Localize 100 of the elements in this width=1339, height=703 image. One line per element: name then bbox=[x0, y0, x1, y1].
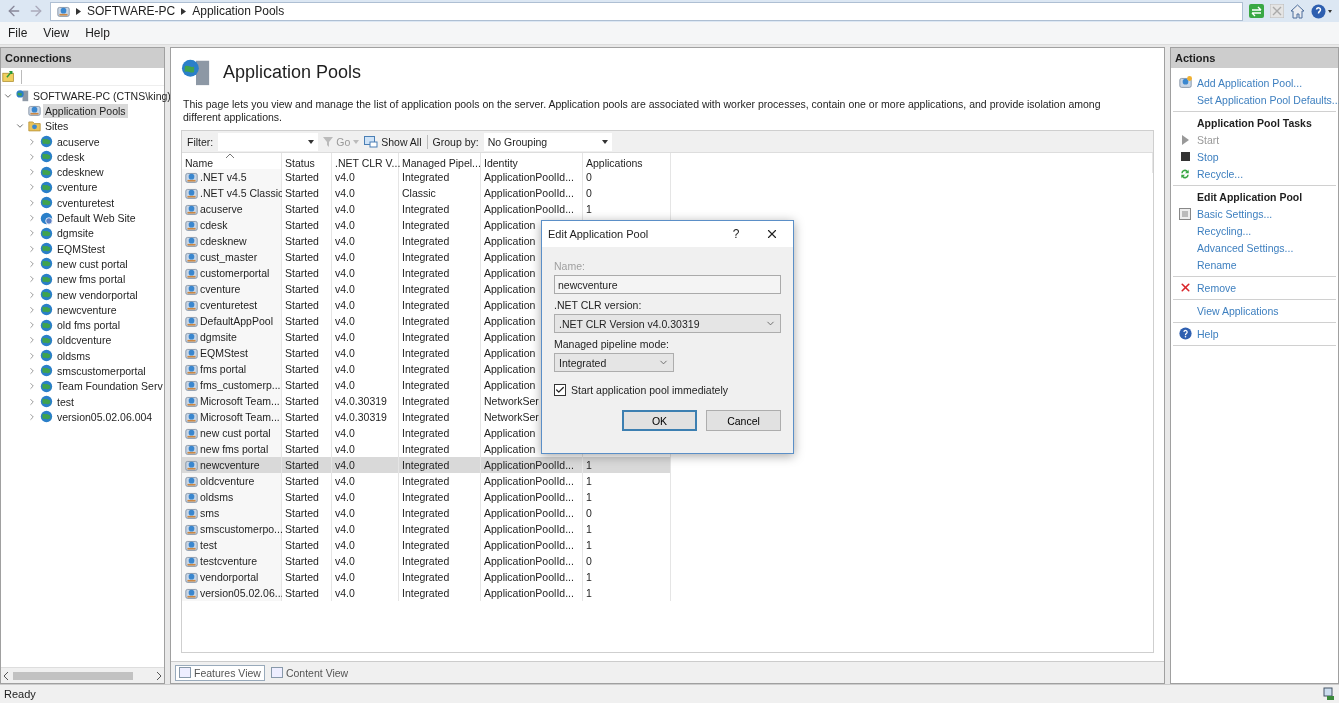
pool-name-cell[interactable]: EQMStest bbox=[182, 345, 282, 361]
expand-chevron-icon[interactable] bbox=[27, 335, 37, 346]
address-bar[interactable]: SOFTWARE-PC Application Pools bbox=[50, 1, 1243, 21]
pool-name-cell[interactable]: .NET v4.5 bbox=[182, 169, 282, 185]
home-icon[interactable] bbox=[1290, 3, 1305, 19]
pool-name-cell[interactable]: cdesknew bbox=[182, 233, 282, 249]
forward-button[interactable] bbox=[28, 3, 44, 19]
action-link[interactable]: View Applications bbox=[1197, 304, 1279, 317]
pool-name-cell[interactable]: dgmsite bbox=[182, 329, 282, 345]
pool-name-cell[interactable]: oldcventure bbox=[182, 473, 282, 489]
help-icon[interactable] bbox=[1311, 3, 1333, 19]
tree-item[interactable]: SOFTWARE-PC (CTNS\king) bbox=[31, 88, 173, 103]
tree-item[interactable]: Application Pools bbox=[43, 103, 128, 118]
expand-chevron-icon[interactable] bbox=[27, 151, 37, 162]
pool-name-cell[interactable]: cust_master bbox=[182, 249, 282, 265]
tree-item[interactable]: old fms portal bbox=[55, 318, 123, 333]
expand-chevron-icon[interactable] bbox=[27, 366, 37, 376]
pool-name-cell[interactable]: cdesk bbox=[182, 217, 282, 233]
tree-item[interactable]: smscustomerportal bbox=[55, 364, 148, 378]
scroll-left-icon[interactable] bbox=[3, 671, 9, 680]
pool-name-cell[interactable]: cventure bbox=[182, 281, 282, 297]
refresh-icon[interactable] bbox=[1249, 4, 1264, 18]
expand-chevron-icon[interactable] bbox=[27, 289, 37, 300]
action-link[interactable]: Add Application Pool... bbox=[1197, 76, 1303, 89]
tree-item[interactable]: new cust portal bbox=[55, 256, 130, 271]
pipeline-mode-dropdown[interactable]: Integrated bbox=[554, 353, 674, 372]
menu-item[interactable]: Help bbox=[85, 26, 110, 40]
menu-item[interactable]: View bbox=[43, 26, 70, 40]
checkbox[interactable] bbox=[554, 384, 566, 396]
action-link[interactable]: Set Application Pool Defaults... bbox=[1197, 93, 1339, 106]
breadcrumb-item[interactable]: Application Pools bbox=[192, 4, 285, 18]
expand-chevron-icon[interactable] bbox=[27, 182, 37, 193]
pool-name-cell[interactable]: customerportal bbox=[182, 265, 282, 281]
pool-name-cell[interactable]: testcventure bbox=[182, 553, 282, 569]
pool-name-cell[interactable]: Microsoft Team... bbox=[182, 409, 282, 425]
expand-chevron-icon[interactable] bbox=[27, 167, 37, 178]
pool-name-cell[interactable]: newcventure bbox=[182, 457, 282, 473]
action-link[interactable]: Help bbox=[1197, 327, 1219, 340]
menu-item[interactable]: File bbox=[8, 26, 28, 40]
expand-chevron-icon[interactable] bbox=[27, 411, 37, 422]
action-link[interactable]: Recycling... bbox=[1197, 224, 1252, 237]
tree-item[interactable]: version05.02.06.004 bbox=[55, 409, 155, 424]
scrollbar-thumb[interactable] bbox=[13, 671, 133, 680]
expand-chevron-icon[interactable] bbox=[27, 274, 37, 285]
pool-name-cell[interactable]: smscustomerpo... bbox=[182, 521, 282, 537]
expand-chevron-icon[interactable] bbox=[27, 136, 37, 147]
pool-name-cell[interactable]: .NET v4.5 Classic bbox=[182, 185, 282, 201]
close-icon[interactable] bbox=[765, 227, 779, 241]
name-field[interactable]: newcventure bbox=[554, 275, 781, 294]
action-link[interactable]: Rename bbox=[1197, 258, 1237, 271]
expand-chevron-icon[interactable] bbox=[27, 350, 37, 361]
tree-item[interactable]: cventure bbox=[55, 180, 100, 195]
expand-chevron-icon[interactable] bbox=[27, 396, 37, 407]
pool-name-cell[interactable]: Microsoft Team... bbox=[182, 393, 282, 409]
tree-item[interactable]: acuserve bbox=[55, 134, 102, 149]
tree-item[interactable]: cdesk bbox=[55, 149, 87, 164]
view-tab[interactable]: Features View bbox=[175, 664, 265, 681]
pool-name-cell[interactable]: vendorportal bbox=[182, 569, 282, 585]
expand-chevron-icon[interactable] bbox=[27, 381, 37, 392]
action-link[interactable]: Recycle... bbox=[1197, 167, 1244, 180]
pool-name-cell[interactable]: test bbox=[182, 537, 282, 553]
expand-chevron-icon[interactable] bbox=[27, 228, 37, 239]
view-tab[interactable]: Content View bbox=[266, 664, 353, 681]
expand-chevron-icon[interactable] bbox=[27, 258, 37, 269]
dialog-button[interactable]: OK bbox=[622, 410, 697, 431]
dialog-button[interactable]: Cancel bbox=[706, 410, 781, 431]
pool-name-cell[interactable]: version05.02.06... bbox=[182, 585, 282, 601]
tree-item[interactable]: test bbox=[55, 394, 76, 409]
help-button[interactable]: ? bbox=[723, 227, 749, 241]
tree-item[interactable]: Sites bbox=[43, 119, 71, 134]
pool-name-cell[interactable]: new cust portal bbox=[182, 425, 282, 441]
action-link[interactable]: Advanced Settings... bbox=[1197, 241, 1294, 254]
pool-name-cell[interactable]: DefaultAppPool bbox=[182, 313, 282, 329]
tree-item[interactable]: dgmsite bbox=[55, 226, 96, 241]
filter-field[interactable] bbox=[218, 132, 319, 151]
tree-item[interactable]: cventuretest bbox=[55, 195, 117, 210]
group-by-dropdown[interactable]: No Grouping bbox=[483, 132, 612, 151]
pool-name-cell[interactable]: oldsms bbox=[182, 489, 282, 505]
tree-item[interactable]: Team Foundation Serv bbox=[55, 379, 165, 394]
tree-item[interactable]: Default Web Site bbox=[55, 211, 138, 225]
breadcrumb-item[interactable]: SOFTWARE-PC bbox=[87, 4, 176, 18]
pool-name-cell[interactable]: cventuretest bbox=[182, 297, 282, 313]
action-link[interactable]: Remove bbox=[1197, 281, 1237, 294]
expand-chevron-icon[interactable] bbox=[27, 197, 37, 208]
expand-chevron-icon[interactable] bbox=[27, 213, 37, 223]
pool-name-cell[interactable]: sms bbox=[182, 505, 282, 521]
action-link[interactable]: Stop bbox=[1197, 150, 1219, 163]
tree-item[interactable]: cdesknew bbox=[55, 165, 106, 180]
scroll-right-icon[interactable] bbox=[156, 671, 162, 680]
expand-chevron-icon[interactable] bbox=[27, 243, 37, 254]
pool-name-cell[interactable]: new fms portal bbox=[182, 441, 282, 457]
tree-item[interactable]: oldsms bbox=[55, 348, 93, 363]
expand-chevron-icon[interactable] bbox=[27, 320, 37, 331]
show-all-button[interactable]: Show All bbox=[364, 135, 422, 148]
expand-chevron-icon[interactable] bbox=[27, 304, 37, 315]
tree-item[interactable]: new fms portal bbox=[55, 272, 128, 287]
pool-name-cell[interactable]: acuserve bbox=[182, 201, 282, 217]
tree-item[interactable]: oldcventure bbox=[55, 333, 114, 348]
tree-item[interactable]: newcventure bbox=[55, 302, 119, 317]
back-button[interactable] bbox=[6, 3, 22, 19]
